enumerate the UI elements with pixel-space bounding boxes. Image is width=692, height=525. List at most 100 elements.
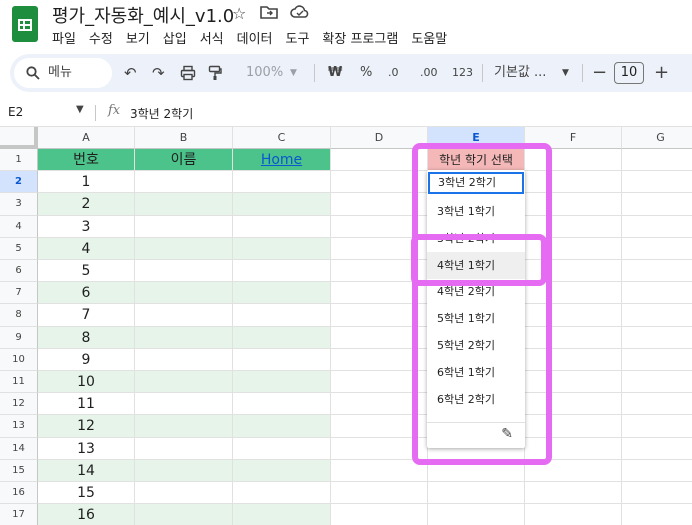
menu-help[interactable]: 도움말 (411, 28, 447, 47)
row-header-6[interactable]: 6 (0, 260, 38, 283)
cell[interactable] (135, 193, 233, 216)
number-format-button[interactable]: 123 (452, 54, 473, 92)
cell[interactable] (233, 504, 331, 525)
cell[interactable] (233, 171, 331, 194)
cell[interactable] (622, 349, 692, 371)
cell[interactable] (622, 504, 692, 525)
cell[interactable] (622, 260, 692, 283)
cell[interactable] (525, 504, 622, 525)
formula-input[interactable]: 3학년 2학기 (130, 105, 193, 122)
cell[interactable] (135, 304, 233, 327)
cell[interactable] (233, 371, 331, 394)
cloud-status-icon[interactable] (290, 4, 310, 24)
zoom-select[interactable]: 100% (246, 54, 283, 92)
cell[interactable] (233, 237, 331, 260)
menu-insert[interactable]: 삽입 (163, 28, 187, 47)
cell[interactable] (233, 215, 331, 238)
star-icon[interactable]: ☆ (232, 4, 246, 23)
menu-format[interactable]: 서식 (200, 28, 224, 47)
font-size-input[interactable]: 10 (614, 62, 644, 84)
cell[interactable] (135, 215, 233, 238)
row-header-15[interactable]: 15 (0, 459, 38, 482)
font-family-select[interactable]: 기본값 ... (494, 54, 546, 92)
cell[interactable]: 3 (38, 215, 135, 238)
cell[interactable] (622, 238, 692, 260)
cell[interactable] (135, 282, 233, 305)
cell[interactable] (233, 482, 331, 505)
cell[interactable] (622, 171, 692, 194)
cell[interactable] (135, 482, 233, 505)
cell[interactable] (135, 504, 233, 525)
redo-icon[interactable]: ↷ (152, 54, 165, 92)
cell[interactable] (331, 482, 428, 505)
cell[interactable]: 10 (38, 371, 135, 394)
decrease-decimal-button[interactable]: .0 (388, 54, 399, 92)
cell[interactable] (135, 371, 233, 394)
cell[interactable] (622, 327, 692, 349)
cell[interactable]: 2 (38, 193, 135, 216)
menu-view[interactable]: 보기 (126, 28, 150, 47)
sheets-logo-icon[interactable] (12, 6, 38, 42)
cell[interactable] (135, 260, 233, 283)
row-header-14[interactable]: 14 (0, 437, 38, 460)
row-header-13[interactable]: 13 (0, 415, 38, 438)
cell[interactable] (233, 415, 331, 438)
cell[interactable] (233, 393, 331, 416)
menu-search[interactable]: 메뉴 (14, 58, 112, 88)
menu-edit[interactable]: 수정 (89, 28, 113, 47)
cell[interactable] (622, 371, 692, 394)
cell[interactable] (622, 482, 692, 505)
cell[interactable] (233, 437, 331, 460)
cell[interactable]: 11 (38, 393, 135, 416)
cell[interactable] (622, 149, 692, 172)
cell[interactable] (622, 282, 692, 305)
cell[interactable] (622, 193, 692, 216)
row-header-16[interactable]: 16 (0, 482, 38, 505)
row-header-9[interactable]: 9 (0, 326, 38, 349)
cell[interactable]: 7 (38, 304, 135, 327)
increase-decimal-button[interactable]: .00 (420, 54, 438, 92)
cell[interactable] (622, 460, 692, 482)
percent-format-button[interactable]: % (360, 54, 372, 92)
cell[interactable]: 14 (38, 459, 135, 482)
cell[interactable] (622, 216, 692, 238)
font-size-decrease-button[interactable]: − (592, 54, 607, 92)
cell[interactable] (233, 282, 331, 305)
doc-title[interactable]: 평가_자동화_예시_v1.0 (52, 2, 234, 28)
select-all-corner[interactable] (0, 127, 38, 149)
cell[interactable] (233, 348, 331, 371)
cell[interactable]: 15 (38, 482, 135, 505)
cell[interactable]: 12 (38, 415, 135, 438)
column-header-b[interactable]: B (135, 127, 233, 149)
zoom-chevron-down-icon[interactable]: ▼ (290, 54, 297, 92)
cell[interactable]: 13 (38, 437, 135, 460)
currency-format-button[interactable]: ₩ (328, 54, 342, 92)
cell[interactable]: 16 (38, 504, 135, 525)
cell[interactable] (233, 326, 331, 349)
cell[interactable]: 이름 (135, 149, 233, 172)
cell[interactable] (428, 504, 525, 525)
cell[interactable] (428, 482, 525, 505)
home-link[interactable]: Home (233, 149, 331, 172)
row-header-8[interactable]: 8 (0, 304, 38, 327)
cell[interactable]: 4 (38, 237, 135, 260)
row-header-7[interactable]: 7 (0, 282, 38, 305)
cell[interactable]: 번호 (38, 149, 135, 172)
cell[interactable] (135, 459, 233, 482)
column-header-c[interactable]: C (233, 127, 331, 149)
cell[interactable] (135, 171, 233, 194)
cell[interactable] (233, 304, 331, 327)
cell[interactable] (622, 415, 692, 438)
row-header-5[interactable]: 5 (0, 237, 38, 260)
row-header-10[interactable]: 10 (0, 348, 38, 371)
cell[interactable] (622, 393, 692, 416)
row-header-1[interactable]: 1 (0, 149, 38, 172)
cell[interactable] (135, 326, 233, 349)
row-header-12[interactable]: 12 (0, 393, 38, 416)
cell[interactable] (135, 348, 233, 371)
cell[interactable] (233, 260, 331, 283)
paint-format-icon[interactable] (208, 54, 222, 92)
cell[interactable] (622, 438, 692, 460)
column-header-a[interactable]: A (38, 127, 135, 149)
cell[interactable]: 5 (38, 260, 135, 283)
